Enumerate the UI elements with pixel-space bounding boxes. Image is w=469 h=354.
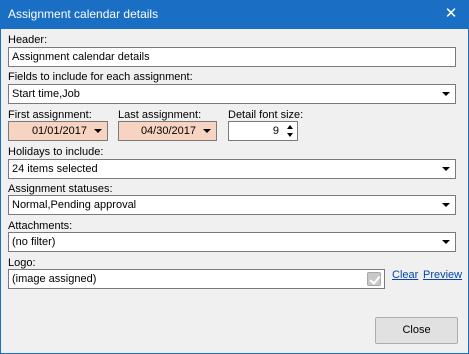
detail-font-size-value: 9 — [272, 125, 279, 137]
logo-value: (image assigned) — [12, 273, 97, 285]
chevron-down-icon — [439, 196, 453, 214]
title-bar: Assignment calendar details ✕ — [1, 1, 468, 29]
close-button[interactable]: Close — [375, 317, 458, 344]
chevron-down-icon — [91, 122, 105, 140]
header-label: Header: — [8, 34, 48, 46]
detail-font-size-stepper[interactable]: 9 — [228, 121, 298, 141]
attachments-label: Attachments: — [8, 220, 73, 232]
checkmark-image-icon — [367, 272, 381, 286]
preview-logo-link[interactable]: Preview — [423, 269, 462, 281]
first-assignment-date-picker[interactable]: 01/01/2017 — [8, 121, 108, 141]
statuses-value: Normal,Pending approval — [12, 199, 137, 211]
chevron-down-icon — [439, 233, 453, 251]
fields-label: Fields to include for each assignment: — [8, 71, 193, 83]
logo-label: Logo: — [8, 257, 36, 269]
last-assignment-date-picker[interactable]: 04/30/2017 — [118, 121, 217, 141]
chevron-down-icon — [439, 85, 453, 103]
holidays-dropdown[interactable]: 24 items selected — [8, 159, 456, 179]
statuses-dropdown[interactable]: Normal,Pending approval — [8, 195, 456, 215]
attachments-dropdown[interactable]: (no filter) — [8, 232, 456, 252]
detail-font-size-label: Detail font size: — [228, 109, 304, 121]
logo-field: (image assigned) — [8, 269, 385, 289]
first-assignment-label: First assignment: — [8, 109, 92, 121]
dialog-window: Assignment calendar details ✕ Header: As… — [0, 0, 469, 354]
fields-dropdown[interactable]: Start time,Job — [8, 84, 456, 104]
chevron-down-icon — [439, 160, 453, 178]
window-title: Assignment calendar details — [8, 7, 159, 21]
last-assignment-label: Last assignment: — [118, 109, 202, 121]
attachments-value: (no filter) — [12, 236, 56, 248]
statuses-label: Assignment statuses: — [8, 183, 113, 195]
close-window-icon[interactable]: ✕ — [434, 1, 468, 29]
holidays-label: Holidays to include: — [8, 146, 104, 158]
last-assignment-value: 04/30/2017 — [140, 125, 196, 137]
spin-arrows-icon[interactable] — [283, 123, 296, 139]
header-input[interactable]: Assignment calendar details — [8, 47, 456, 67]
first-assignment-value: 01/01/2017 — [31, 125, 87, 137]
clear-logo-link[interactable]: Clear — [392, 269, 418, 281]
holidays-value: 24 items selected — [12, 163, 98, 175]
fields-value: Start time,Job — [12, 88, 80, 100]
chevron-down-icon — [200, 122, 214, 140]
